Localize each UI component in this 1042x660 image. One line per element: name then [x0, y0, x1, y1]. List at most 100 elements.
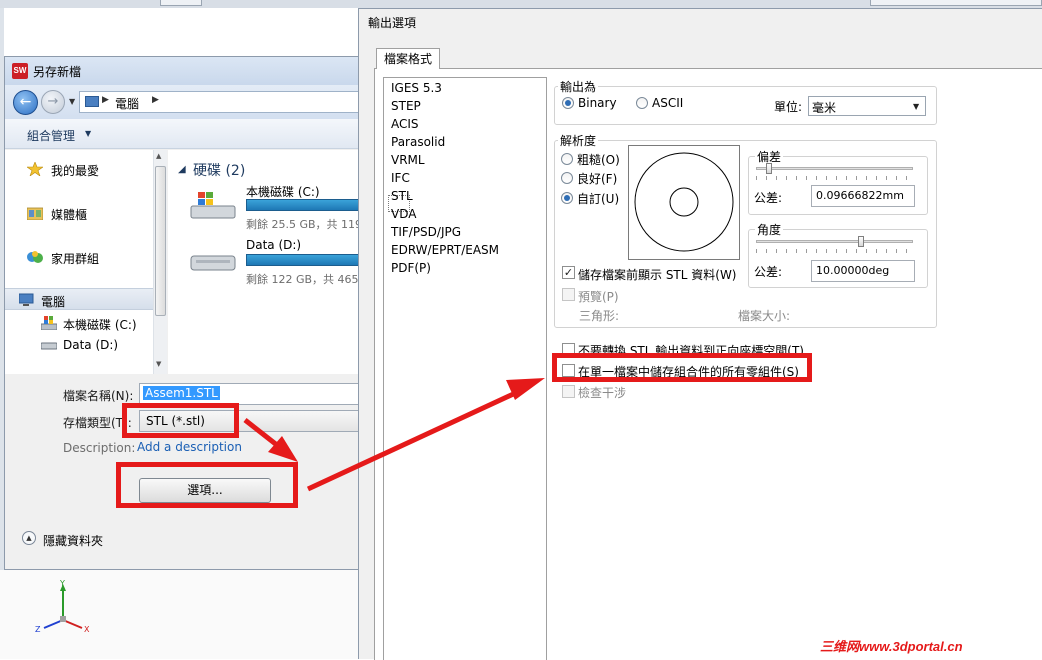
binary-label[interactable]: Binary — [578, 96, 617, 110]
angle-slider-thumb[interactable] — [858, 236, 864, 247]
homegroup-icon — [27, 251, 43, 263]
drive-d-name[interactable]: Data (D:) — [246, 238, 301, 252]
resolution-label: 解析度 — [558, 132, 599, 149]
drive-icon — [41, 342, 57, 350]
coarse-radio[interactable] — [561, 153, 573, 165]
sidebar-item-label: 家用群組 — [51, 252, 100, 266]
windows-drive-icon — [41, 316, 57, 330]
format-item[interactable]: VDA — [391, 207, 416, 221]
ascii-radio[interactable] — [636, 97, 648, 109]
nav-scrollbar[interactable]: ▲ ▼ — [153, 150, 167, 374]
organize-button[interactable]: 組合管理 — [27, 127, 75, 144]
deviation-tolerance-label: 公差: — [754, 191, 783, 205]
options-button-highlight — [116, 462, 298, 508]
fine-label[interactable]: 良好(F) — [577, 170, 617, 187]
show-stl-info-label[interactable]: 儲存檔案前顯示 STL 資料(W) — [578, 266, 737, 283]
sidebar-item-label: 媒體櫃 — [51, 208, 88, 222]
deviation-tolerance-input[interactable]: 0.09666822mm — [811, 185, 915, 207]
format-item[interactable]: IFC — [391, 171, 410, 185]
collapse-up-icon[interactable]: ▲ — [22, 531, 36, 545]
filename-field[interactable]: Assem1.STL — [139, 383, 360, 405]
format-item[interactable]: TIF/PSD/JPG — [391, 225, 461, 239]
format-list[interactable]: IGES 5.3 STEP ACIS Parasolid VRML IFC ST… — [383, 77, 547, 660]
axis-x-label: X — [84, 625, 90, 634]
angle-tolerance-label: 公差: — [754, 265, 783, 279]
toolbar-button[interactable] — [160, 0, 202, 6]
watermark: 三维网www.3dportal.cn — [820, 639, 963, 654]
output-as-label: 輸出為 — [558, 78, 599, 95]
axis-y-label: Y — [59, 579, 65, 588]
sidebar-item-favorites[interactable]: 我的最愛 — [5, 158, 153, 180]
filetype-highlight — [122, 403, 239, 438]
back-arrow-icon[interactable]: ← — [13, 90, 38, 115]
unit-select[interactable]: 毫米 ▼ — [808, 96, 926, 116]
deviation-slider-thumb[interactable] — [766, 163, 772, 174]
collapse-arrow-icon[interactable]: ◢ — [178, 164, 186, 175]
drive-icon — [190, 255, 236, 271]
format-item[interactable]: IGES 5.3 — [391, 81, 442, 95]
drive-c-name[interactable]: 本機磁碟 (C:) — [246, 183, 320, 200]
format-item[interactable]: STEP — [391, 99, 421, 113]
scrollbar-thumb[interactable] — [155, 166, 166, 316]
add-description-link[interactable]: Add a description — [137, 440, 242, 454]
axis-triad-icon: Y X Z — [35, 579, 90, 634]
show-stl-info-checkbox[interactable]: ✓ — [562, 266, 575, 279]
file-list-pane: ◢ 硬碟 (2) 本機磁碟 (C:) 剩餘 25.5 GB，共 119 Data… — [168, 150, 360, 374]
sidebar-item-label: 本機磁碟 (C:) — [63, 318, 137, 332]
format-item[interactable]: EDRW/EPRT/EASM — [391, 243, 499, 257]
chevron-down-icon[interactable]: ▼ — [85, 129, 91, 138]
check-interference-label[interactable]: 檢查干涉 — [578, 384, 626, 401]
toolbar-button[interactable] — [870, 0, 1042, 6]
custom-label[interactable]: 自訂(U) — [577, 190, 619, 207]
drive-d-free-space: 剩餘 122 GB，共 465 — [246, 273, 359, 286]
drives-group-header[interactable]: 硬碟 (2) — [193, 160, 245, 180]
custom-radio[interactable] — [561, 192, 573, 204]
sidebar-item-data-disk[interactable]: Data (D:) — [5, 334, 153, 356]
scroll-down-icon[interactable]: ▼ — [156, 360, 161, 368]
breadcrumb-computer[interactable]: 電腦 — [115, 95, 139, 112]
dialog-titlebar: SW 另存新檔 — [5, 57, 360, 85]
history-dropdown-icon[interactable]: ▼ — [69, 97, 75, 106]
preview-label[interactable]: 預覽(P) — [578, 288, 619, 305]
format-item[interactable]: VRML — [391, 153, 425, 167]
navigation-pane: 我的最愛 媒體櫃 家用群組 電腦 本機磁碟 (C:) Data (D:) ▲ ▼ — [5, 150, 167, 374]
check-interference-checkbox[interactable] — [562, 385, 575, 398]
format-item[interactable]: PDF(P) — [391, 261, 431, 275]
angle-slider-track[interactable] — [756, 240, 913, 243]
unit-label: 單位: — [774, 100, 803, 114]
address-bar[interactable]: ▶ 電腦 ▶ — [79, 91, 360, 113]
format-item[interactable]: Parasolid — [391, 135, 445, 149]
triangles-label: 三角形: — [579, 309, 620, 323]
sidebar-item-label: Data (D:) — [63, 338, 119, 352]
navigation-bar: ← → ▼ ▶ 電腦 ▶ — [5, 85, 360, 119]
deviation-slider-track[interactable] — [756, 167, 913, 170]
tab-file-format[interactable]: 檔案格式 — [376, 48, 440, 70]
computer-icon — [19, 293, 34, 306]
preview-checkbox[interactable] — [562, 288, 575, 301]
forward-arrow-icon[interactable]: → — [41, 90, 65, 114]
drive-c-usage-bar — [246, 199, 360, 211]
coarse-label[interactable]: 粗糙(O) — [577, 151, 620, 168]
scroll-up-icon[interactable]: ▲ — [156, 152, 161, 160]
sidebar-item-local-disk[interactable]: 本機磁碟 (C:) — [5, 312, 153, 334]
star-icon — [27, 162, 43, 176]
chevron-right-icon[interactable]: ▶ — [102, 95, 109, 105]
fine-radio[interactable] — [561, 172, 573, 184]
filesize-label: 檔案大小: — [738, 309, 791, 323]
angle-slider-ticks — [756, 249, 913, 253]
sidebar-item-homegroup[interactable]: 家用群組 — [5, 246, 153, 268]
sidebar-item-computer[interactable]: 電腦 — [5, 288, 153, 310]
chevron-down-icon[interactable]: ▼ — [913, 102, 919, 111]
hide-folders-button[interactable]: 隱藏資料夾 — [43, 532, 103, 549]
dialog-title: 另存新檔 — [33, 65, 82, 79]
format-item[interactable]: ACIS — [391, 117, 419, 131]
format-item-selected[interactable]: STL — [391, 189, 413, 203]
ascii-label[interactable]: ASCII — [652, 96, 683, 110]
deviation-slider-ticks — [756, 176, 913, 180]
angle-tolerance-input[interactable]: 10.00000deg — [811, 260, 915, 282]
filename-value[interactable]: Assem1.STL — [143, 386, 220, 400]
binary-radio[interactable] — [562, 97, 574, 109]
resolution-preview — [628, 145, 740, 260]
chevron-right-icon[interactable]: ▶ — [152, 95, 159, 105]
sidebar-item-libraries[interactable]: 媒體櫃 — [5, 202, 153, 224]
